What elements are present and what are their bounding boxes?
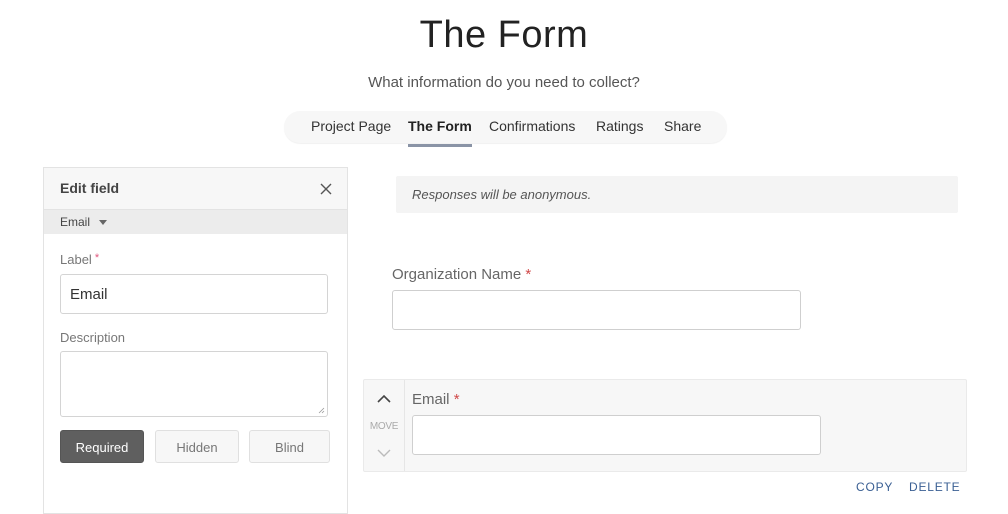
required-star: * — [453, 391, 460, 408]
chevron-up-icon[interactable] — [376, 393, 392, 405]
edit-field-panel: Edit field Email Label * Email Descriptio… — [43, 167, 348, 514]
label-input-value: Email — [70, 286, 108, 303]
tab-bar: Project Page The Form Confirmations Rati… — [284, 111, 727, 147]
caret-down-icon — [99, 220, 107, 225]
label-caption: Label * — [60, 252, 99, 267]
field-type-label: Email — [60, 215, 91, 229]
email-input[interactable] — [412, 415, 821, 455]
page-title: The Form — [419, 14, 589, 56]
tab-share[interactable]: Share — [664, 118, 701, 134]
tab-project-page[interactable]: Project Page — [311, 118, 391, 134]
move-handle[interactable]: MOVE — [364, 380, 405, 471]
notice-text: Responses will be anonymous. — [412, 187, 592, 202]
tab-confirmations[interactable]: Confirmations — [489, 118, 575, 134]
chevron-down-icon[interactable] — [376, 447, 392, 459]
blind-toggle-button[interactable]: Blind — [249, 430, 330, 463]
tab-ratings[interactable]: Ratings — [596, 118, 643, 134]
edit-field-header: Edit field — [44, 168, 347, 210]
email-label-text: Email — [412, 391, 450, 408]
organization-name-label-text: Organization Name — [392, 266, 522, 283]
close-icon[interactable] — [319, 182, 333, 196]
organization-name-label: Organization Name * — [392, 266, 531, 283]
required-star: * — [525, 266, 532, 283]
organization-name-input[interactable] — [392, 290, 801, 330]
anonymous-notice: Responses will be anonymous. — [396, 176, 958, 213]
copy-button[interactable]: COPY — [856, 480, 893, 494]
required-toggle-button[interactable]: Required — [60, 430, 144, 463]
email-label: Email * — [412, 391, 460, 408]
delete-button[interactable]: DELETE — [909, 480, 960, 494]
page-subtitle: What information do you need to collect? — [368, 74, 640, 91]
description-caption: Description — [60, 330, 126, 345]
description-textarea[interactable] — [60, 351, 328, 417]
edit-field-title: Edit field — [60, 180, 120, 196]
hidden-toggle-button[interactable]: Hidden — [155, 430, 239, 463]
resize-handle-icon[interactable] — [318, 407, 325, 414]
label-input[interactable]: Email — [60, 274, 328, 314]
label-caption-text: Label — [60, 252, 92, 267]
field-type-dropdown[interactable]: Email — [44, 210, 347, 234]
required-star: * — [94, 252, 100, 264]
tab-the-form[interactable]: The Form — [408, 118, 472, 147]
move-label: MOVE — [369, 421, 399, 432]
